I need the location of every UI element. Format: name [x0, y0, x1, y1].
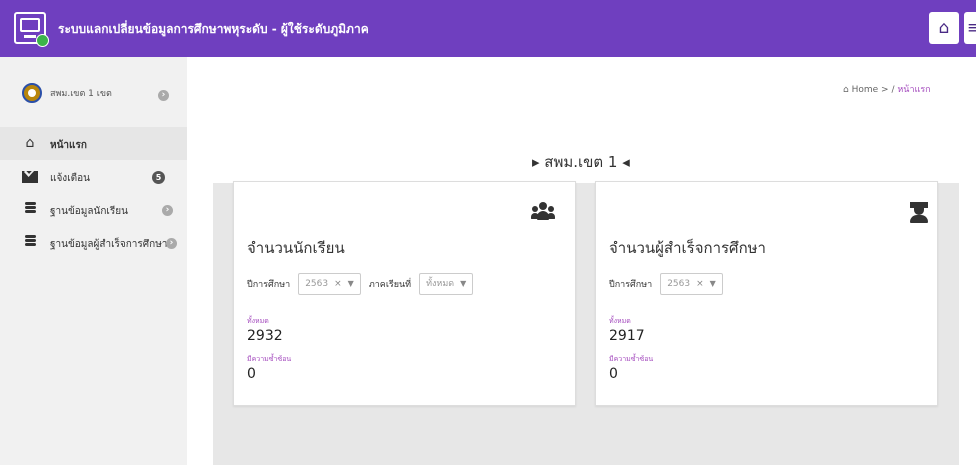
year-select[interactable]: 2563 × ▼	[660, 273, 723, 295]
expand-icon[interactable]: ›	[166, 238, 177, 249]
graduate-icon	[909, 202, 933, 223]
breadcrumb-slash: /	[891, 85, 895, 95]
total-value: 2932	[247, 328, 283, 344]
card-title: จำนวนนักเรียน	[247, 239, 345, 257]
year-value: 2563	[667, 279, 691, 289]
sidebar-item-label: หน้าแรก	[50, 140, 87, 151]
sidebar-item-label: ฐานข้อมูลผู้สำเร็จการศึกษา	[50, 239, 168, 250]
breadcrumb: ⌂ Home > / หน้าแรก	[843, 82, 931, 96]
total-value: 2917	[609, 328, 645, 344]
term-value: ทั้งหมด	[426, 279, 455, 289]
profile-name: สพม.เขต 1 เขต	[50, 89, 112, 99]
expand-icon[interactable]: ›	[162, 205, 173, 216]
student-count-card: จำนวนนักเรียน ปีการศึกษา 2563 × ▼ ภาคเรียนที…	[233, 181, 576, 406]
year-value: 2563	[305, 279, 329, 289]
total-label: ทั้งหมด	[247, 317, 269, 325]
region-title: ▸ สพม.เขต 1 ◂	[532, 153, 630, 171]
year-select[interactable]: 2563 × ▼	[298, 273, 361, 295]
term-label: ภาคเรียนที่	[368, 280, 412, 290]
year-label: ปีการศึกษา	[247, 280, 291, 290]
home-button[interactable]: ⌂	[929, 12, 959, 44]
home-icon: ⌂	[25, 135, 35, 151]
user-menu-button[interactable]: ≡	[964, 12, 976, 44]
sidebar-item-student-database[interactable]: ฐานข้อมูลนักเรียน ›	[0, 193, 187, 226]
app-logo-icon[interactable]	[14, 12, 49, 47]
chevron-down-icon[interactable]: ▼	[710, 279, 716, 288]
student-filters: ปีการศึกษา 2563 × ▼ ภาคเรียนที่ ทั้งหมด ▼	[247, 273, 481, 295]
breadcrumb-home-link[interactable]: Home	[852, 85, 879, 95]
database-icon	[25, 235, 36, 249]
sidebar-item-home[interactable]: ⌂ หน้าแรก	[0, 127, 187, 160]
envelope-icon	[22, 171, 38, 183]
user-icon: ≡	[966, 18, 976, 38]
database-icon	[25, 202, 36, 216]
profile-expand-icon[interactable]: ›	[158, 90, 169, 101]
sidebar-profile[interactable]: สพม.เขต 1 เขต ›	[0, 57, 187, 125]
year-label: ปีการศึกษา	[609, 280, 653, 290]
duplicate-label: มีความซ้ำซ้อน	[609, 355, 654, 363]
total-label: ทั้งหมด	[609, 317, 631, 325]
card-title: จำนวนผู้สำเร็จการศึกษา	[609, 239, 766, 257]
breadcrumb-separator: >	[881, 85, 889, 95]
duplicate-value: 0	[609, 366, 618, 382]
duplicate-label: มีความซ้ำซ้อน	[247, 355, 292, 363]
home-icon: ⌂	[843, 85, 852, 95]
breadcrumb-current: หน้าแรก	[897, 85, 931, 95]
clear-icon[interactable]: ×	[696, 279, 704, 289]
sidebar-item-graduate-database[interactable]: ฐานข้อมูลผู้สำเร็จการศึกษา ›	[0, 226, 187, 259]
graduate-filters: ปีการศึกษา 2563 × ▼	[609, 273, 731, 295]
duplicate-value: 0	[247, 366, 256, 382]
sidebar-item-label: ฐานข้อมูลนักเรียน	[50, 206, 128, 217]
notification-count-badge: 5	[152, 171, 165, 184]
chevron-down-icon[interactable]: ▼	[460, 279, 466, 288]
clear-icon[interactable]: ×	[334, 279, 342, 289]
home-icon: ⌂	[938, 18, 950, 38]
office-emblem-icon	[22, 83, 42, 105]
sidebar-item-label: แจ้งเตือน	[50, 173, 90, 184]
users-icon	[531, 202, 555, 222]
graduate-count-card: จำนวนผู้สำเร็จการศึกษา ปีการศึกษา 2563 × ▼ …	[595, 181, 938, 406]
top-navbar: ระบบแลกเปลี่ยนข้อมูลการศึกษาพหุระดับ - ผ…	[0, 0, 976, 57]
chevron-down-icon[interactable]: ▼	[348, 279, 354, 288]
term-select[interactable]: ทั้งหมด ▼	[419, 273, 474, 295]
app-title: ระบบแลกเปลี่ยนข้อมูลการศึกษาพหุระดับ - ผ…	[58, 22, 369, 36]
sidebar-item-notifications[interactable]: แจ้งเตือน 5	[0, 160, 187, 193]
sidebar: สพม.เขต 1 เขต › ⌂ หน้าแรก แจ้งเตือน 5 ฐา…	[0, 57, 187, 465]
